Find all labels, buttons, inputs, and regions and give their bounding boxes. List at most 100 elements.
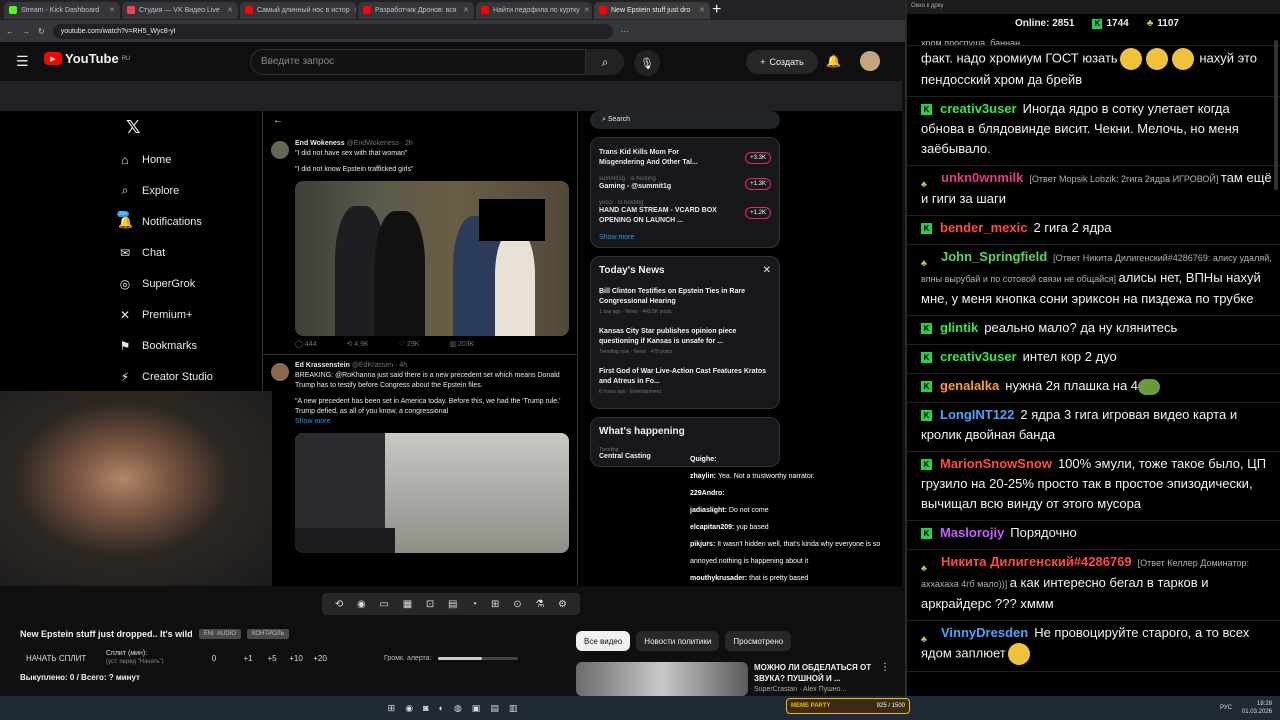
- tweet-text: "I did not know Epstein trafficked girls…: [295, 166, 414, 173]
- close-icon[interactable]: ✕: [584, 6, 590, 14]
- chat-username[interactable]: VinnyDresden: [941, 625, 1028, 640]
- chat-username[interactable]: Maslorojiy: [940, 525, 1004, 540]
- speed-icon[interactable]: ◔: [471, 599, 477, 610]
- create-button[interactable]: + Создать: [746, 50, 818, 74]
- close-icon[interactable]: ✕: [354, 6, 356, 14]
- start-split-button[interactable]: НАЧАТЬ СПЛИТ: [26, 654, 106, 663]
- chip-politics-news[interactable]: Новости политики: [636, 631, 720, 651]
- x-nav-notifications[interactable]: 🔔 Notifications 20+: [116, 206, 258, 237]
- chrome-icon[interactable]: ◉: [405, 703, 413, 714]
- flask-icon[interactable]: ⚗: [535, 599, 544, 610]
- x-nav-creatorstudio[interactable]: ⚡ Creator Studio: [118, 361, 258, 392]
- browser-tab[interactable]: Найти педофила по куртку ✕: [476, 1, 592, 19]
- plus-5-button[interactable]: +5: [260, 654, 284, 663]
- clock[interactable]: 18:28 01.03.2026: [1242, 700, 1272, 716]
- audio-pill[interactable]: ENI AUDIO: [198, 629, 241, 639]
- chat-username[interactable]: unkn0wnmilk: [941, 170, 1023, 185]
- search-button[interactable]: ⌕: [586, 49, 624, 75]
- chat-username[interactable]: bender_mexic: [940, 220, 1027, 235]
- control-pill[interactable]: КОНТРОЛЬ: [247, 629, 290, 639]
- film-icon[interactable]: ▦: [403, 599, 412, 610]
- live-item[interactable]: yocci · is hosting HAND CAM STREAM - VCAR…: [599, 196, 771, 230]
- youtube-logo[interactable]: ▶ YouTube RU: [44, 51, 130, 66]
- show-more-link[interactable]: Show more: [599, 230, 771, 241]
- chat-username[interactable]: MarionSnowSnow: [940, 456, 1052, 471]
- browser-tab[interactable]: New Epstein stuff just dro ✕: [594, 1, 710, 19]
- live-item[interactable]: summit1g · is hosting Gaming - @summit1g +…: [599, 172, 771, 196]
- close-icon[interactable]: ✕: [463, 6, 469, 14]
- extensions-icon[interactable]: ⋯: [621, 27, 629, 36]
- screen-icon[interactable]: ▭: [380, 599, 389, 610]
- browser-tab[interactable]: Самый длинный нос в истор ✕: [240, 1, 356, 19]
- windows-icon[interactable]: ⊞: [388, 703, 396, 714]
- meme-party-widget[interactable]: МЕМЕ PARTY 925 / 1500: [786, 698, 910, 714]
- close-icon[interactable]: ✕: [763, 265, 771, 276]
- new-tab-icon[interactable]: +: [712, 1, 721, 19]
- plus-10-button[interactable]: +10: [284, 654, 308, 663]
- notifications-icon[interactable]: 🔔: [826, 54, 841, 68]
- x-nav-supergrok[interactable]: ◎ SuperGrok: [118, 268, 258, 299]
- news-item[interactable]: Bill Clinton Testifies on Epstein Ties i…: [599, 282, 771, 322]
- views-count[interactable]: ▥ 203K: [449, 340, 474, 350]
- loop-icon[interactable]: ⟲: [335, 599, 343, 610]
- subtitle-icon[interactable]: ▤: [448, 599, 457, 610]
- browser-tab[interactable]: Разработчик Дронов: вся ✕: [358, 1, 474, 19]
- app-icon[interactable]: ▥: [509, 703, 518, 714]
- x-search-input[interactable]: ⌕ Search: [590, 111, 780, 129]
- avatar[interactable]: [860, 51, 880, 71]
- x-nav-bookmarks[interactable]: ⚑ Bookmarks: [118, 330, 258, 361]
- menu-icon[interactable]: ☰: [16, 53, 29, 70]
- plus-20-button[interactable]: +20: [308, 654, 332, 663]
- chip-watched[interactable]: Просмотрено: [725, 631, 792, 651]
- settings-icon[interactable]: ⚙: [558, 599, 567, 610]
- chat-username[interactable]: LongINT122: [940, 407, 1014, 422]
- close-icon[interactable]: ✕: [699, 6, 705, 14]
- retweet-count[interactable]: ⟲ 4.9K: [346, 340, 368, 350]
- recommended-title[interactable]: МОЖНО ЛИ ОБДЕЛАТЬСЯ ОТ ЗВУКА? ПУШНОЙ И .…: [754, 662, 874, 684]
- broadcast-icon[interactable]: ◉: [357, 599, 366, 610]
- recommended-thumbnail[interactable]: [576, 662, 748, 696]
- plus-1-button[interactable]: +1: [236, 654, 260, 663]
- close-icon[interactable]: ✕: [227, 6, 233, 14]
- add-icon[interactable]: ⊞: [491, 599, 499, 610]
- chat-username[interactable]: John_Springfield: [941, 249, 1047, 264]
- app-icon[interactable]: ▣: [472, 703, 481, 714]
- browser-tab[interactable]: Студия — VK Видео Live ✕: [122, 1, 238, 19]
- chat-username[interactable]: creativ3user: [940, 349, 1017, 364]
- crop-icon[interactable]: ⊡: [426, 599, 434, 610]
- news-item[interactable]: Kansas City Star publishes opinion piece…: [599, 322, 771, 362]
- language-indicator[interactable]: РУС: [1220, 705, 1232, 711]
- video-player[interactable]: 𝕏 ⌂ Home ⌕ Explore 🔔 Notifications 20+ ✉ Chat ◎ Su…: [0, 81, 902, 586]
- more-options-icon[interactable]: ⋮: [880, 662, 890, 696]
- steam-icon[interactable]: ◐: [439, 703, 444, 713]
- voice-search-button[interactable]: 🎙: [634, 50, 660, 76]
- forward-icon[interactable]: →: [22, 27, 30, 36]
- alert-volume-slider[interactable]: [437, 656, 518, 660]
- spotify-icon[interactable]: ◍: [454, 703, 462, 714]
- x-nav-chat[interactable]: ✉ Chat: [118, 237, 258, 268]
- recommended-video[interactable]: МОЖНО ЛИ ОБДЕЛАТЬСЯ ОТ ЗВУКА? ПУШНОЙ И .…: [576, 662, 896, 696]
- like-count[interactable]: ♡ 29K: [399, 340, 420, 350]
- close-icon[interactable]: ✕: [109, 6, 115, 14]
- live-item[interactable]: Trans Kid Kills Mom For Misgendering And…: [599, 144, 771, 172]
- search-input[interactable]: Введите запрос: [250, 49, 586, 75]
- reload-icon[interactable]: ↻: [38, 27, 45, 36]
- news-item[interactable]: First God of War Live-Action Cast Featur…: [599, 362, 771, 402]
- x-nav-explore[interactable]: ⌕ Explore: [118, 175, 258, 206]
- app-icon[interactable]: ▤: [490, 703, 499, 714]
- chat-username[interactable]: creativ3user: [940, 101, 1017, 116]
- chat-username[interactable]: Никита Дилигенский#4286769: [941, 554, 1132, 569]
- discord-icon[interactable]: ◙: [423, 703, 428, 713]
- x-nav-home[interactable]: ⌂ Home: [118, 144, 258, 175]
- chat-scrollbar[interactable]: [1274, 40, 1278, 190]
- x-nav-premium[interactable]: ✕ Premium+: [118, 299, 258, 330]
- url-field[interactable]: youtube.com/watch?v=RH5_Wyc8-yI: [52, 23, 613, 39]
- browser-tab[interactable]: Stream - Kick Dashboard ✕: [4, 1, 120, 19]
- back-icon[interactable]: ←: [6, 27, 14, 36]
- show-more-link[interactable]: Show more: [295, 417, 567, 427]
- camera-icon[interactable]: ⊙: [513, 599, 521, 610]
- chat-username[interactable]: glintik: [940, 320, 978, 335]
- chat-username[interactable]: genalalka: [940, 378, 999, 393]
- chip-all-videos[interactable]: Все видео: [576, 631, 631, 651]
- reply-count[interactable]: ◯ 444: [295, 340, 316, 350]
